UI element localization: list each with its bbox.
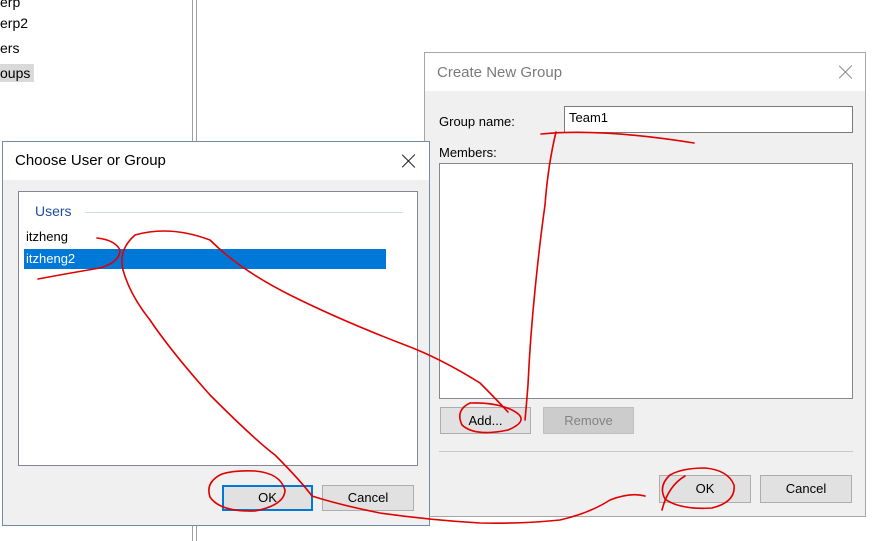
cancel-button[interactable]: Cancel: [760, 475, 852, 503]
dialog-title: Create New Group: [437, 64, 563, 81]
group-name-input[interactable]: Team1: [564, 106, 853, 133]
members-list[interactable]: [439, 163, 853, 399]
ok-button[interactable]: OK: [659, 475, 751, 503]
choose-user-dialog: Choose User or Group Users itzheng itzhe…: [2, 141, 430, 526]
list-item-selected[interactable]: itzheng2: [24, 249, 386, 269]
tree-node[interactable]: erp: [0, 0, 20, 11]
user-group-list[interactable]: Users itzheng itzheng2: [18, 191, 418, 466]
members-label: Members:: [439, 145, 497, 160]
title-bar: Choose User or Group: [3, 142, 429, 180]
group-header: Users: [35, 203, 72, 219]
remove-button[interactable]: Remove: [543, 407, 634, 434]
divider: [439, 451, 853, 452]
create-group-dialog: Create New Group Group name: Team1 Membe…: [424, 52, 866, 517]
group-header-line: [85, 212, 403, 213]
screen: erp erp2 ers oups Create New Group Group…: [0, 0, 892, 541]
title-bar: Create New Group: [425, 53, 865, 91]
add-button[interactable]: Add...: [440, 407, 531, 434]
tree-node[interactable]: erp2: [0, 14, 28, 32]
close-icon[interactable]: [839, 65, 853, 79]
ok-button[interactable]: OK: [222, 485, 313, 511]
list-item[interactable]: itzheng: [24, 227, 386, 247]
close-icon[interactable]: [402, 154, 416, 168]
tree-node[interactable]: ers: [0, 39, 19, 57]
group-name-label: Group name:: [439, 114, 515, 129]
tree-node-selected[interactable]: oups: [0, 64, 35, 82]
cancel-button[interactable]: Cancel: [322, 485, 414, 511]
dialog-title: Choose User or Group: [15, 152, 166, 169]
